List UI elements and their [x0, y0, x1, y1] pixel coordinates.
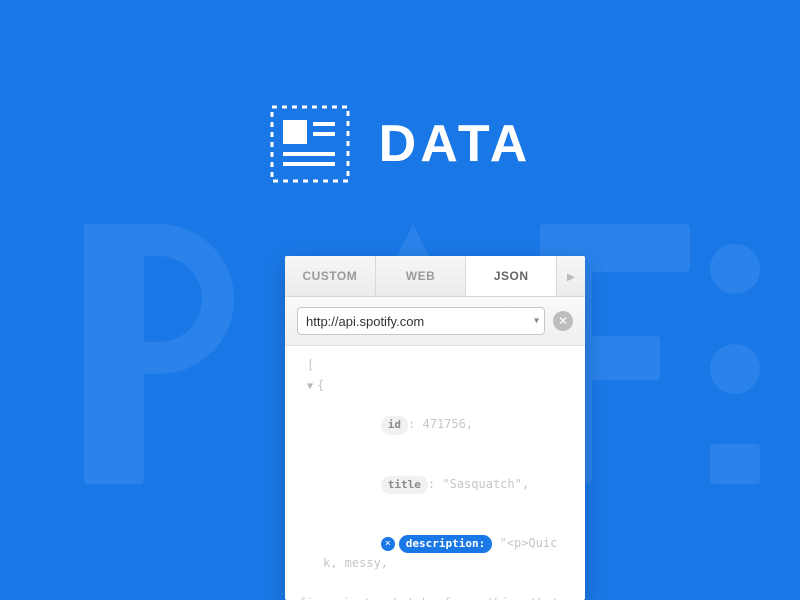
bg-decoration — [710, 444, 760, 484]
disclosure-triangle-icon[interactable]: ▼ — [307, 379, 313, 396]
header: DATA — [0, 104, 800, 184]
json-viewer[interactable]: [ ▼{ id: 471756, title: "Sasquatch", ×de… — [285, 346, 585, 600]
clear-url-button[interactable]: ✕ — [553, 311, 573, 331]
close-icon: ✕ — [558, 314, 568, 328]
json-key-title[interactable]: title — [381, 476, 428, 494]
tab-web[interactable]: WEB — [376, 256, 467, 296]
tabs-next-arrow-icon[interactable]: ▸ — [557, 256, 585, 296]
data-panel: CUSTOM WEB JSON ▸ ▾ ✕ [ ▼{ id: 471756, t… — [285, 256, 585, 600]
url-combobox[interactable]: ▾ — [297, 307, 545, 335]
url-row: ▾ ✕ — [285, 297, 585, 346]
json-value: "Sasquatch" — [442, 477, 521, 491]
json-key-description[interactable]: description: — [399, 535, 492, 553]
tabs: CUSTOM WEB JSON ▸ — [285, 256, 585, 297]
tab-custom[interactable]: CUSTOM — [285, 256, 376, 296]
stage: DATA CUSTOM WEB JSON ▸ ▾ ✕ [ ▼{ id: 4717… — [0, 0, 800, 600]
json-key-id[interactable]: id — [381, 416, 408, 434]
json-value: 471756 — [423, 417, 466, 431]
header-title: DATA — [379, 114, 532, 174]
url-input[interactable] — [297, 307, 545, 335]
bg-decoration — [710, 344, 760, 394]
json-value-continued: five minute sketch of something that mig… — [299, 596, 566, 600]
bg-decoration — [84, 224, 234, 374]
data-populator-icon — [269, 104, 351, 184]
tab-json[interactable]: JSON — [466, 256, 557, 296]
delete-key-icon[interactable]: × — [381, 537, 395, 551]
bg-decoration — [710, 244, 760, 294]
